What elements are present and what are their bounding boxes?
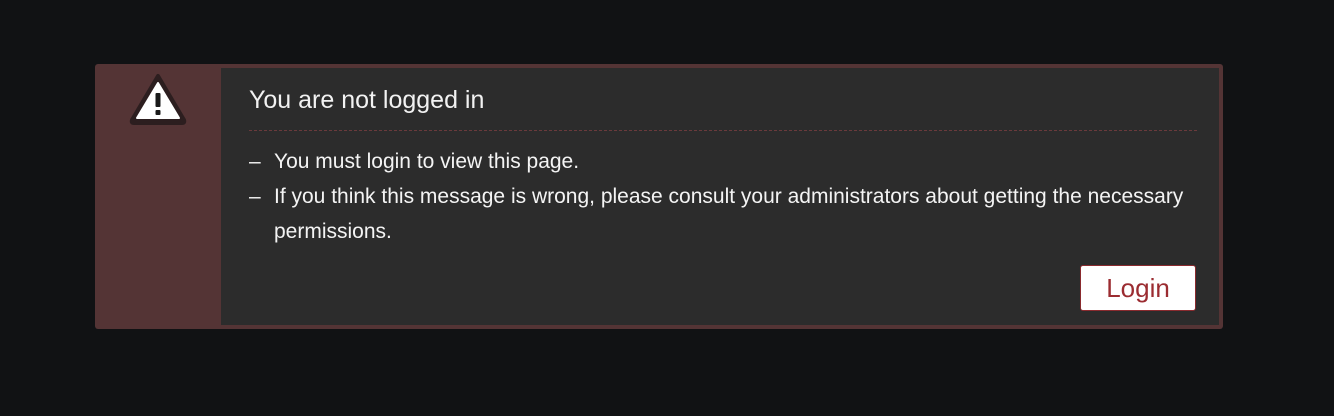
- list-bullet: –: [249, 150, 261, 173]
- warning-triangle-icon: [128, 72, 188, 126]
- alert-message-item: – If you think this message is wrong, pl…: [249, 179, 1199, 249]
- login-button[interactable]: Login: [1080, 265, 1196, 311]
- alert-message-item: – You must login to view this page.: [249, 144, 1199, 179]
- alert-icon-panel: [95, 64, 221, 329]
- alert-title: You are not logged in: [249, 86, 485, 114]
- alert-message-list: – You must login to view this page. – If…: [249, 144, 1199, 249]
- alert-divider: [249, 130, 1197, 131]
- alert-content: You are not logged in – You must login t…: [221, 68, 1219, 325]
- alert-message-text: You must login to view this page.: [274, 150, 580, 173]
- not-logged-in-alert: You are not logged in – You must login t…: [95, 64, 1223, 329]
- list-bullet: –: [249, 185, 261, 208]
- alert-message-text: If you think this message is wrong, plea…: [274, 185, 1184, 243]
